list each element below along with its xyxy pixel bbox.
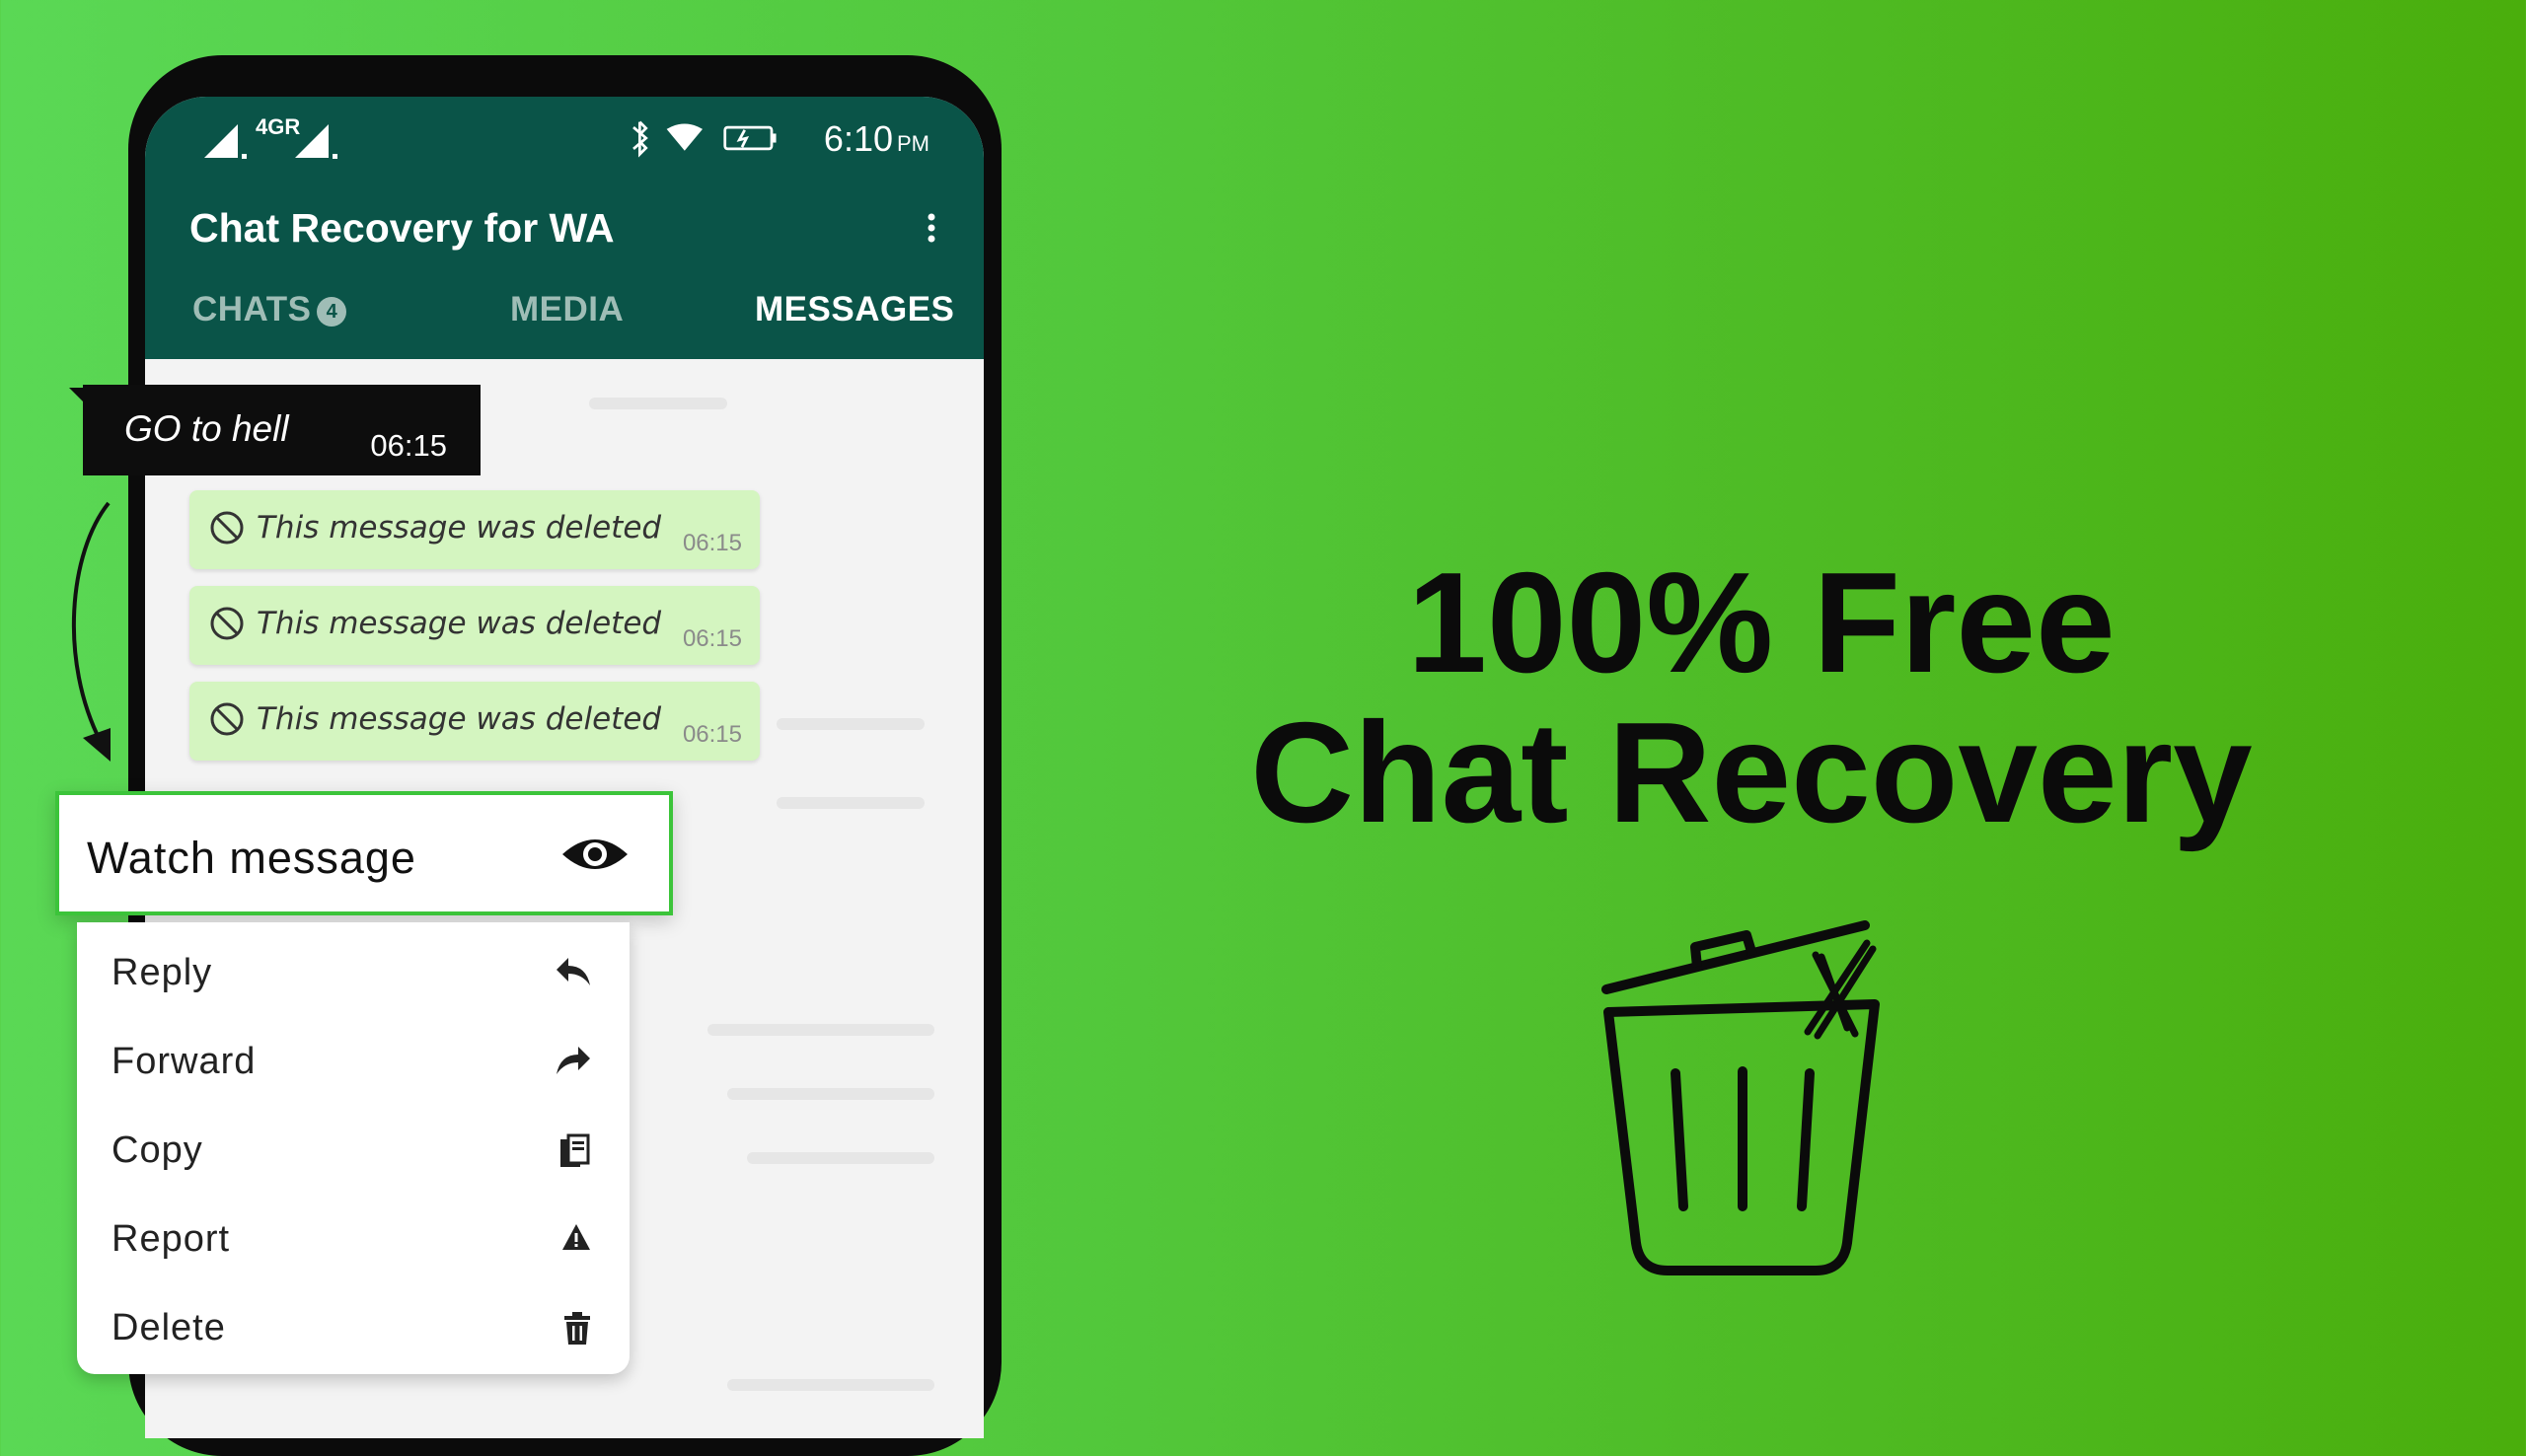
deleted-message-bubble[interactable]: This message was deleted 06:15: [189, 682, 760, 761]
blocked-icon: [210, 607, 244, 640]
menu-item-label: Delete: [111, 1307, 226, 1348]
message-time: 06:15: [682, 530, 742, 556]
app-bar: 4GR 6:10 PM Chat Recovery for WA CHATS 4 M…: [145, 97, 984, 359]
background-text: [727, 1379, 934, 1391]
deleted-message-text: This message was deleted: [257, 510, 662, 546]
menu-item-copy[interactable]: Copy: [77, 1110, 630, 1199]
deleted-message-bubble[interactable]: This message was deleted 06:15: [189, 586, 760, 665]
menu-item-label: Report: [111, 1218, 231, 1260]
background-text: [777, 718, 925, 730]
headline-line-1: 100% Free: [1407, 543, 2116, 702]
watch-message-label: Watch message: [87, 833, 416, 883]
tab-messages[interactable]: MESSAGES: [755, 290, 954, 329]
more-options-icon[interactable]: [927, 213, 936, 247]
trash-restore-icon: [1601, 920, 1880, 1275]
status-time: 6:10 PM: [823, 118, 929, 159]
deleted-message-bubble[interactable]: This message was deleted 06:15: [189, 490, 760, 569]
chats-count-badge: 4: [317, 296, 347, 327]
watch-message-button[interactable]: Watch message: [55, 791, 673, 915]
warning-icon: [562, 1224, 590, 1250]
deleted-message-text: This message was deleted: [257, 701, 662, 737]
blocked-icon: [210, 511, 244, 545]
menu-item-delete[interactable]: Delete: [77, 1287, 630, 1376]
trash-icon: [564, 1312, 590, 1345]
headline-line-2: Chat Recovery: [1250, 692, 2253, 852]
app-title: Chat Recovery for WA: [189, 205, 615, 251]
forward-icon: [557, 1047, 590, 1074]
recovered-message-time: 06:15: [370, 428, 447, 463]
recovered-message-label: GO to hell 06:15: [83, 385, 481, 475]
menu-item-label: Reply: [111, 952, 213, 993]
status-icons: [632, 120, 777, 158]
menu-item-forward[interactable]: Forward: [77, 1021, 630, 1110]
eye-icon: [562, 839, 628, 869]
deleted-message-text: This message was deleted: [257, 606, 662, 641]
background-text: [747, 1152, 934, 1164]
curved-arrow-icon: [71, 501, 111, 762]
reply-icon: [557, 958, 590, 985]
headline: 100% Free Chat Recovery: [1184, 547, 2319, 847]
network-type: 4GR: [256, 114, 301, 139]
menu-item-reply[interactable]: Reply: [77, 932, 630, 1021]
copy-icon: [560, 1133, 590, 1167]
background-text: [589, 398, 727, 409]
background-text: [777, 797, 925, 809]
background-text: [727, 1088, 934, 1100]
menu-item-label: Copy: [111, 1129, 203, 1171]
menu-item-label: Forward: [111, 1041, 257, 1082]
tab-chats[interactable]: CHATS 4: [192, 290, 347, 329]
message-time: 06:15: [682, 625, 742, 652]
blocked-icon: [210, 702, 244, 736]
tab-media[interactable]: MEDIA: [510, 290, 624, 329]
background-text: [707, 1024, 934, 1036]
menu-item-report[interactable]: Report: [77, 1199, 630, 1287]
recovered-message-text: GO to hell: [124, 408, 289, 449]
context-menu: Reply Forward Copy Report Delete: [77, 922, 630, 1374]
message-time: 06:15: [682, 721, 742, 748]
